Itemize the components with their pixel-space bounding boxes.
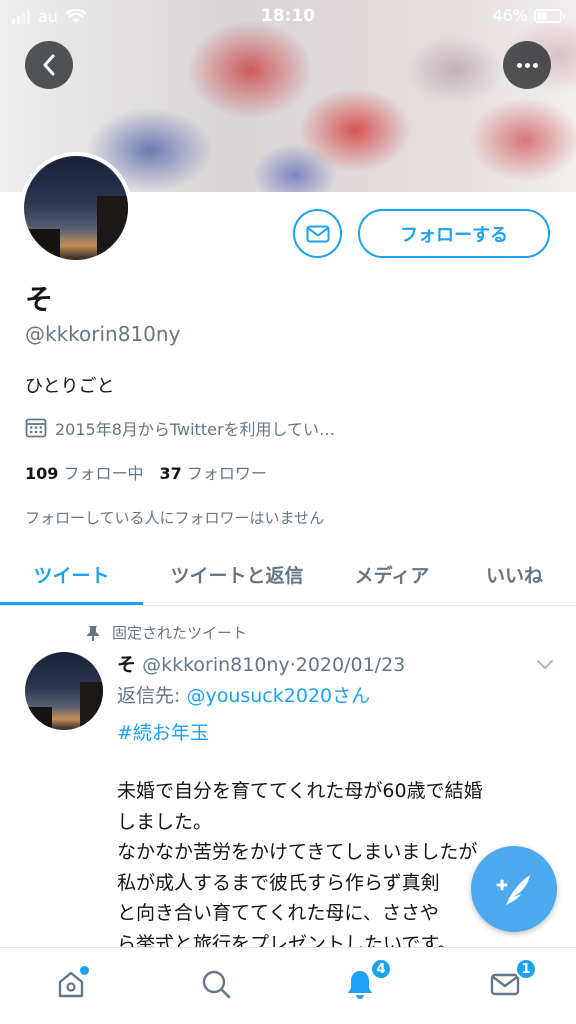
display-name: そ (25, 283, 54, 316)
joined-date: 2015年8月からTwitterを利用してい… (25, 416, 335, 440)
compose-tweet-button[interactable] (471, 846, 557, 932)
followers-link[interactable]: 37 フォロワー (160, 460, 267, 484)
tweet-text-line: 未婚で自分を育ててくれた母が60歳で結婚 (117, 780, 483, 802)
tweet-author-handle: @kkkorin810ny (142, 654, 290, 676)
tweet-header: そ @kkkorin810ny·2020/01/23 (117, 650, 405, 677)
follow-button[interactable]: フォローする (358, 209, 550, 258)
followers-label: フォロワー (186, 464, 267, 483)
joined-text: 2015年8月からTwitterを利用してい… (55, 420, 336, 439)
pin-icon (87, 625, 99, 641)
tweet-author-avatar[interactable] (25, 652, 103, 730)
profile-tabs: ツイート ツイートと返信 メディア いいね (0, 544, 576, 606)
reply-to: 返信先: @yousuck2020さん (117, 681, 370, 708)
tab-media[interactable]: メディア (331, 544, 453, 605)
compose-feather-icon (496, 875, 530, 905)
mutual-followers-note: フォローしている人にフォロワーはいません (25, 509, 325, 527)
tweet-hashtag[interactable]: #続お年玉 (117, 718, 209, 745)
follow-stats: 109 フォロー中 37 フォロワー (25, 460, 267, 484)
messages-badge: 1 (515, 958, 537, 980)
chevron-left-icon (43, 54, 55, 76)
reply-prefix: 返信先: (117, 685, 187, 707)
back-button[interactable] (25, 41, 73, 89)
status-bar: au 18:10 46% (0, 0, 576, 34)
tweet-date: 2020/01/23 (295, 654, 406, 676)
following-label: フォロー中 (63, 464, 144, 483)
tab-likes[interactable]: いいね (453, 544, 576, 605)
battery-percent: 46% (492, 6, 528, 25)
user-handle: @kkkorin810ny (25, 322, 181, 346)
search-icon (202, 970, 231, 999)
home-new-indicator (78, 964, 91, 977)
followers-count: 37 (159, 464, 182, 483)
following-link[interactable]: 109 フォロー中 (25, 460, 144, 484)
notifications-badge: 4 (370, 958, 392, 980)
active-tab-indicator (0, 602, 143, 605)
profile-avatar[interactable] (20, 152, 132, 264)
search-tab[interactable] (198, 966, 234, 1002)
pinned-label: 固定されたツイート (112, 624, 248, 642)
tweet-menu-button[interactable] (536, 655, 554, 674)
message-button[interactable] (293, 209, 342, 258)
battery-icon (534, 8, 565, 23)
avatar-image (24, 156, 128, 260)
messages-tab[interactable]: 1 (487, 958, 537, 1002)
status-time: 18:10 (260, 6, 316, 26)
following-count: 109 (25, 464, 59, 483)
tab-tweets[interactable]: ツイート (0, 544, 143, 605)
reply-to-link[interactable]: @yousuck2020さん (186, 685, 370, 707)
more-dots-icon (516, 62, 538, 68)
tweet-author-name: そ (117, 654, 137, 676)
more-options-button[interactable] (503, 41, 551, 89)
envelope-icon (306, 225, 329, 242)
calendar-icon (25, 418, 47, 438)
pinned-indicator: 固定されたツイート (86, 622, 247, 643)
user-bio: ひとりごと (25, 376, 115, 397)
bottom-tab-bar: 4 1 (0, 947, 576, 1024)
tweet-text-line: しました。 (117, 810, 213, 833)
tab-tweets-and-replies[interactable]: ツイートと返信 (143, 544, 331, 605)
home-tab[interactable] (53, 964, 91, 1002)
chevron-down-icon (537, 660, 553, 669)
notifications-tab[interactable]: 4 (342, 958, 392, 1002)
battery-level (537, 11, 548, 20)
